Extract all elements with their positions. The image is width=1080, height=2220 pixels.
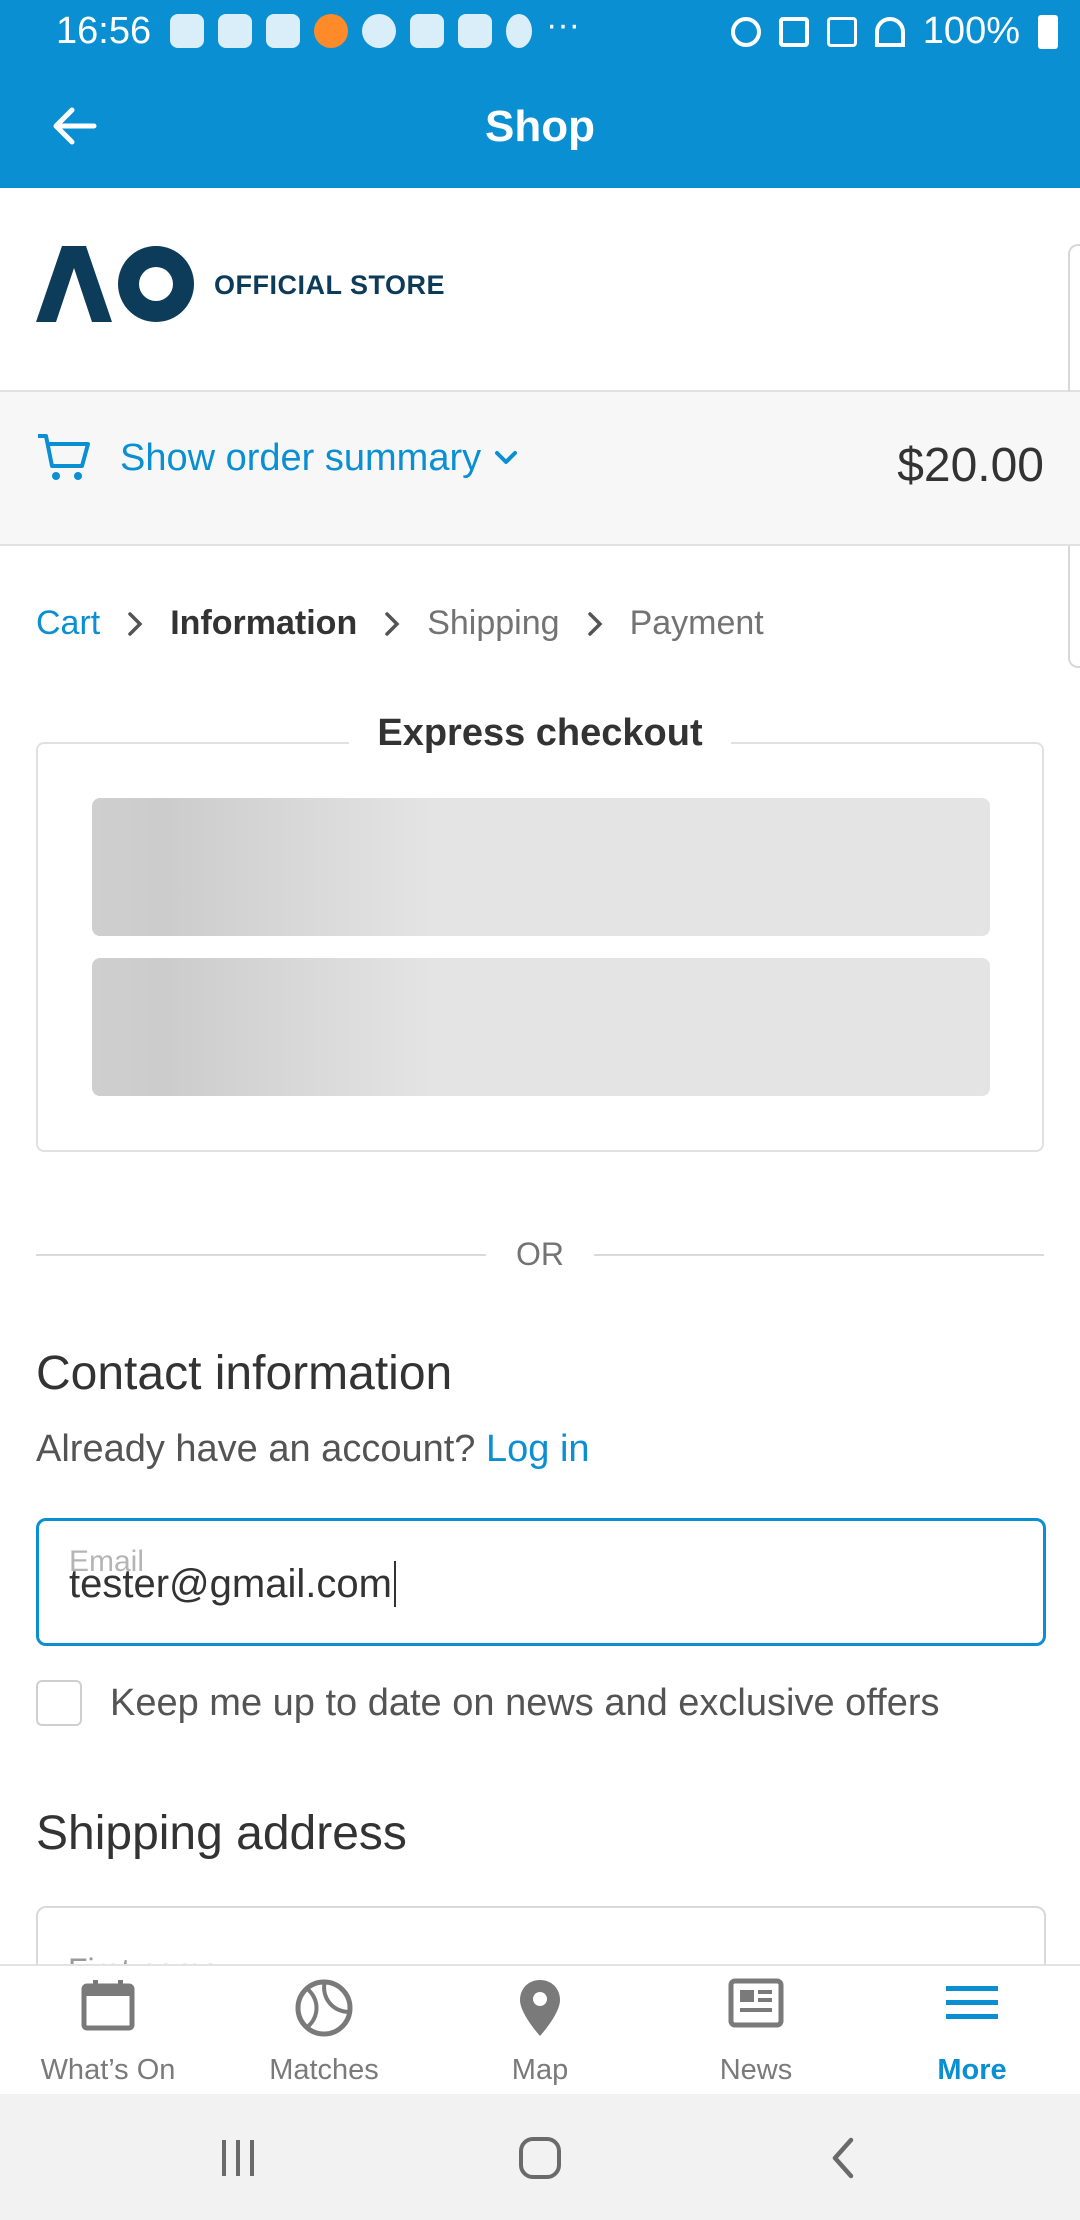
back-chevron-icon — [832, 2137, 854, 2179]
page-title: Shop — [485, 102, 595, 151]
mute-icon — [778, 16, 809, 47]
bottom-nav: What’s On Matches Map News More — [0, 1964, 1080, 2094]
chevron-down-icon — [495, 451, 518, 464]
instagram-icon — [218, 14, 252, 48]
map-pin-icon — [520, 1980, 560, 2036]
spotify-icon — [362, 14, 396, 48]
breadcrumb-shipping: Shipping — [427, 604, 560, 642]
account-prompt-text: Already have an account? — [36, 1428, 476, 1470]
recents-icon — [222, 2140, 254, 2176]
email-value-text: tester@gmail.com — [69, 1561, 392, 1606]
app-bar: Shop — [0, 64, 1080, 188]
games-icon — [170, 14, 204, 48]
express-checkout-title-text: Express checkout — [349, 712, 731, 754]
order-summary-bar: Show order summary $20.00 — [0, 392, 1080, 546]
or-divider: OR — [36, 1232, 1044, 1276]
tennis-ball-icon — [295, 1979, 353, 2037]
nav-whats-on[interactable]: What’s On — [0, 1966, 216, 2094]
newsletter-label: Keep me up to date on news and exclusive… — [110, 1681, 940, 1724]
store-name: OFFICIAL STORE — [214, 270, 446, 300]
accessibility-icon — [506, 14, 532, 48]
nav-label: Map — [511, 2054, 569, 2086]
battery-percent: 100% — [922, 10, 1020, 52]
store-header: OFFICIAL STORE — [0, 188, 1080, 392]
news-icon — [728, 1978, 784, 2028]
nav-map[interactable]: Map — [432, 1966, 648, 2094]
battery-icon — [1038, 14, 1058, 49]
ao-logo-icon — [36, 246, 194, 322]
express-pay-button-loading[interactable] — [92, 958, 990, 1096]
account-prompt: Already have an account? Log in — [36, 1428, 590, 1471]
breadcrumb-information: Information — [170, 604, 358, 642]
express-pay-button-loading[interactable] — [92, 798, 990, 936]
email-field[interactable]: Email tester@gmail.com — [36, 1518, 1046, 1646]
status-bar: 16:56 ··· 100% — [0, 0, 1080, 64]
newsletter-checkbox[interactable] — [36, 1680, 82, 1726]
gmail-icon — [458, 14, 492, 48]
nav-more[interactable]: More — [864, 1966, 1080, 2094]
nav-news[interactable]: News — [648, 1966, 864, 2094]
newsletter-option[interactable]: Keep me up to date on news and exclusive… — [36, 1680, 940, 1726]
volte-icon — [826, 16, 857, 47]
home-button[interactable] — [505, 2128, 575, 2188]
shipping-address-title: Shipping address — [36, 1807, 407, 1860]
nav-label: Matches — [269, 2054, 379, 2086]
chevron-right-icon — [383, 610, 401, 638]
order-total: $20.00 — [897, 439, 1044, 492]
cart-icon — [38, 434, 90, 480]
home-icon — [519, 2137, 561, 2179]
email-value: tester@gmail.com — [69, 1561, 396, 1607]
nav-matches[interactable]: Matches — [216, 1966, 432, 2094]
firefox-icon — [314, 14, 348, 48]
breadcrumb-cart[interactable]: Cart — [36, 604, 100, 643]
wifi-icon — [874, 16, 905, 47]
log-in-link[interactable]: Log in — [486, 1428, 590, 1470]
chevron-right-icon — [126, 610, 144, 638]
notification-icons: ··· — [170, 6, 602, 48]
system-status: 100% — [730, 10, 1058, 53]
show-order-summary-toggle[interactable]: Show order summary — [36, 432, 519, 484]
nav-label: News — [719, 2054, 793, 2086]
nav-label: More — [937, 2054, 1007, 2086]
nav-label: What’s On — [40, 2054, 176, 2086]
ao-logo[interactable] — [36, 242, 196, 331]
text-cursor — [393, 1561, 396, 1607]
divider-line — [594, 1254, 1044, 1256]
calendar-icon — [81, 1980, 135, 2031]
recents-button[interactable] — [203, 2128, 273, 2188]
breadcrumb: Cart Information Shipping Payment — [36, 604, 764, 643]
more-notifications-icon: ··· — [546, 6, 580, 44]
outlook-icon — [266, 14, 300, 48]
express-checkout-title: Express checkout — [38, 712, 1042, 755]
status-time: 16:56 — [56, 10, 152, 52]
tasks-icon — [410, 14, 444, 48]
contact-information-title: Contact information — [36, 1347, 453, 1400]
system-back-button[interactable] — [808, 2128, 878, 2188]
express-checkout-box: Express checkout — [36, 712, 1044, 1152]
alarm-icon — [730, 16, 761, 47]
chevron-right-icon — [586, 610, 604, 638]
breadcrumb-payment: Payment — [629, 604, 764, 642]
summary-toggle-label: Show order summary — [120, 436, 482, 479]
menu-icon — [946, 1986, 998, 2019]
system-nav-bar — [0, 2094, 1080, 2220]
